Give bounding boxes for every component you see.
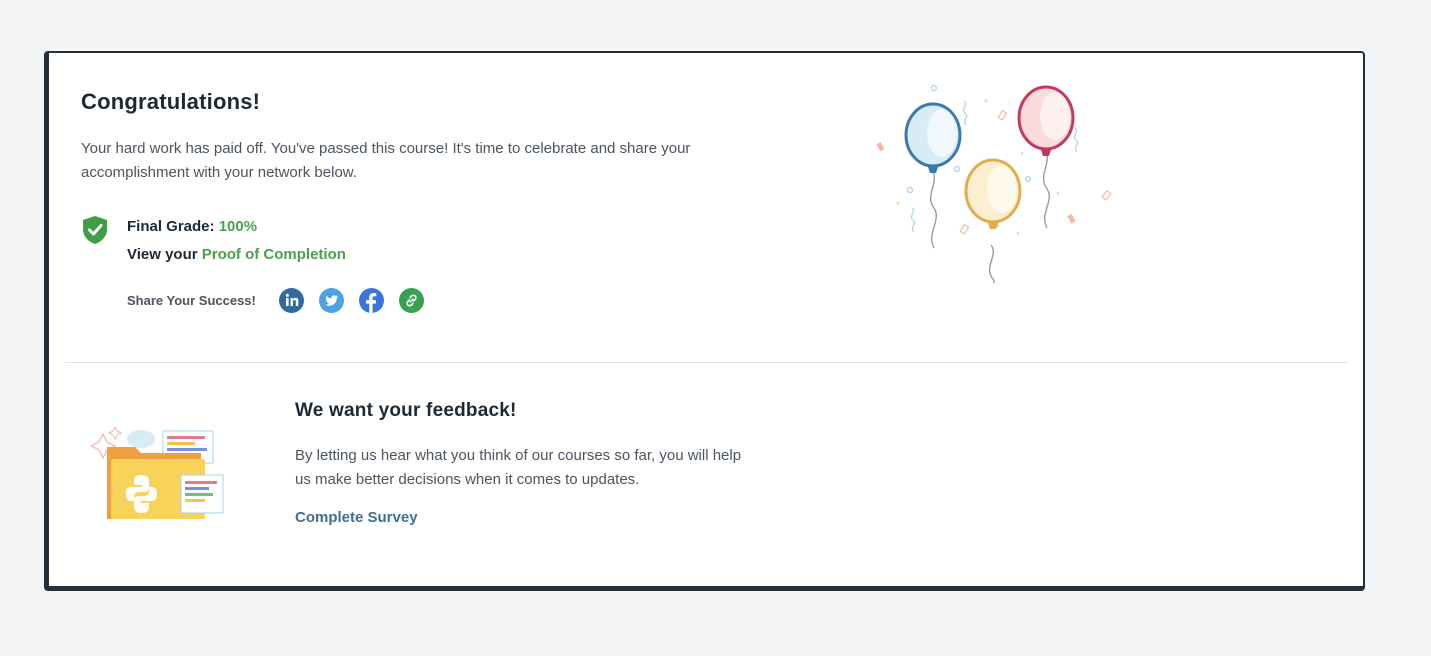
share-label: Share Your Success! (127, 293, 256, 308)
final-grade-value: 100% (218, 218, 258, 235)
section-divider (65, 362, 1347, 363)
complete-survey-link[interactable]: Complete Survey (295, 509, 418, 526)
feedback-section: We want your feedback! By letting us hea… (295, 400, 755, 527)
twitter-icon[interactable] (318, 288, 344, 313)
completion-card: Congratulations! Your hard work has paid… (44, 51, 1365, 591)
proof-line: View your Proof of Completion (127, 246, 346, 263)
linkedin-icon[interactable] (278, 288, 304, 313)
facebook-icon[interactable] (358, 288, 384, 313)
link-icon[interactable] (398, 288, 424, 313)
proof-of-completion-link[interactable]: Proof of Completion (202, 246, 346, 263)
shield-check-icon (83, 216, 107, 244)
balloons-illustration (876, 84, 1112, 283)
page-title: Congratulations! (81, 89, 261, 114)
feedback-message: By letting us hear what you think of our… (295, 447, 742, 488)
final-grade: Final Grade: 100% (127, 218, 257, 235)
final-grade-label: Final Grade: (127, 218, 215, 235)
congrats-section: Congratulations! Your hard work has paid… (81, 89, 761, 185)
share-row: Share Your Success! (127, 288, 439, 313)
python-folder-illustration (89, 427, 224, 519)
proof-prefix: View your (127, 246, 198, 263)
feedback-title: We want your feedback! (295, 400, 517, 421)
congrats-message: Your hard work has paid off. You've pass… (81, 140, 691, 181)
